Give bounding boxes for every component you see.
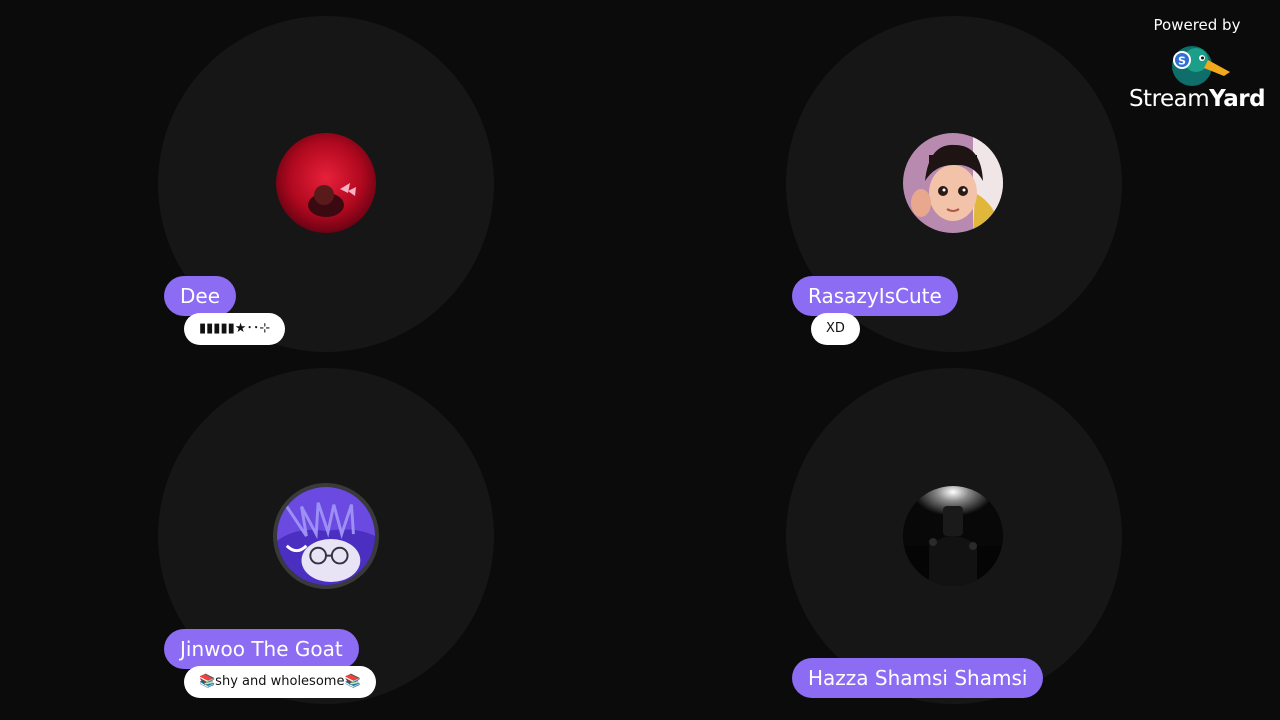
streamyard-wordmark: StreamYard bbox=[1122, 86, 1272, 112]
red-avatar-image bbox=[276, 133, 376, 233]
cartoon-girl-avatar-image bbox=[903, 133, 1003, 233]
duck-logo-icon: S bbox=[1172, 46, 1230, 86]
svg-text:S: S bbox=[1178, 55, 1186, 68]
participant-avatar-jinwoo bbox=[273, 483, 379, 589]
wordmark-bold: Yard bbox=[1209, 86, 1266, 112]
participant-name-jinwoo: Jinwoo The Goat bbox=[164, 629, 359, 669]
stream-canvas: Dee ▮▮▮▮▮★･･⊹ RasazyIsCute XD Jinwoo The… bbox=[0, 0, 1280, 720]
streamyard-branding: Powered by S StreamYard bbox=[1122, 16, 1272, 112]
participant-status-rasazyiscute: XD bbox=[811, 313, 860, 345]
participant-avatar-rasazyiscute bbox=[903, 133, 1003, 233]
powered-by-label: Powered by bbox=[1153, 16, 1241, 34]
participant-name-hazza: Hazza Shamsi Shamsi bbox=[792, 658, 1044, 698]
dark-figure-avatar-image bbox=[903, 486, 1003, 586]
participant-name-dee: Dee bbox=[164, 276, 237, 316]
participant-avatar-dee bbox=[276, 133, 376, 233]
anime-boy-avatar-image bbox=[277, 487, 375, 585]
participant-avatar-hazza bbox=[903, 486, 1003, 586]
participant-status-jinwoo: 📚shy and wholesome📚 bbox=[184, 666, 376, 698]
participant-status-dee: ▮▮▮▮▮★･･⊹ bbox=[184, 313, 286, 345]
wordmark-light: Stream bbox=[1128, 86, 1210, 112]
participant-name-rasazyiscute: RasazyIsCute bbox=[792, 276, 958, 316]
